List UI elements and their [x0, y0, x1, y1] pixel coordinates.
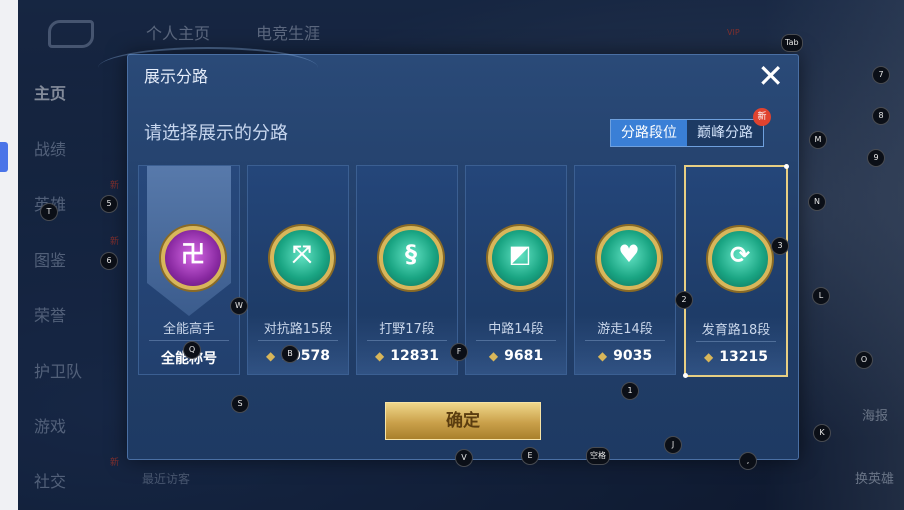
- key-hint: 9: [867, 149, 885, 167]
- rank-pip-icon: ◆: [375, 349, 385, 363]
- lane-score-row: ◆ 13215: [686, 349, 786, 365]
- card-divider: [476, 340, 556, 341]
- lane-name: 游走14段: [597, 322, 653, 337]
- key-hint: 5: [100, 195, 118, 213]
- selection-corner: [683, 373, 688, 378]
- lane-card-farm[interactable]: ⟳ 发育路18段 ◆ 13215: [683, 164, 789, 378]
- rank-pip-icon: ◆: [597, 349, 608, 363]
- key-hint: Q: [183, 341, 201, 359]
- dialog-subtitle: 请选择展示的分路: [144, 123, 288, 144]
- key-hint: 空格: [586, 447, 610, 465]
- key-hint: S: [231, 395, 249, 413]
- key-hint: 3: [771, 237, 789, 255]
- key-hint: E: [521, 447, 539, 465]
- lane-card-jungle[interactable]: § 打野17段 ◆ 12831: [356, 165, 458, 375]
- farm-lane-emblem-icon: ⟳: [708, 227, 772, 291]
- card-divider: [585, 340, 665, 341]
- clash-lane-emblem-icon: ⤧: [270, 226, 334, 290]
- jungle-emblem-icon: §: [379, 226, 443, 290]
- rank-pip-icon: ◆: [704, 350, 714, 364]
- lane-score-row: ◆ 9035: [575, 348, 675, 364]
- key-hint: 6: [100, 252, 118, 270]
- key-hint: O: [855, 351, 873, 369]
- key-hint: Tab: [781, 34, 803, 52]
- card-divider: [367, 340, 447, 341]
- mid-lane-emblem-icon: ◩: [488, 226, 552, 290]
- key-hint: T: [40, 203, 58, 221]
- key-hint: ,: [739, 452, 757, 470]
- lane-score-row: ◆ 12831: [357, 348, 457, 364]
- lane-name: 中路14段: [488, 322, 544, 337]
- host-window-edge: [0, 0, 18, 510]
- key-hint: N: [808, 193, 826, 211]
- key-hint: 1: [621, 382, 639, 400]
- card-divider: [258, 340, 338, 341]
- lane-name: 全能高手: [162, 322, 215, 337]
- roam-emblem-icon: ♥: [597, 226, 661, 290]
- key-hint: F: [450, 343, 468, 361]
- lane-score: 9681: [504, 348, 544, 364]
- lane-card-mid[interactable]: ◩ 中路14段 ◆ 9681: [465, 165, 567, 375]
- lane-score-row: ◆ 9681: [466, 348, 566, 364]
- dialog-title: 展示分路: [144, 67, 209, 86]
- lane-name: 对抗路15段: [263, 322, 333, 337]
- close-icon[interactable]: ✕: [757, 57, 784, 95]
- new-badge: 新: [753, 108, 771, 126]
- confirm-button[interactable]: 确定: [385, 402, 541, 440]
- key-hint: L: [812, 287, 830, 305]
- key-hint: 7: [872, 66, 890, 84]
- lane-card-roam[interactable]: ♥ 游走14段 ◆ 9035: [574, 165, 676, 375]
- key-hint: M: [809, 131, 827, 149]
- lane-name: 发育路18段: [701, 323, 771, 338]
- selection-corner: [784, 164, 789, 169]
- lane-score: 9035: [613, 348, 653, 364]
- rank-pip-icon: ◆: [488, 349, 499, 363]
- toggle-lane-rank[interactable]: 分路段位: [611, 120, 687, 146]
- key-hint: V: [455, 449, 473, 467]
- key-hint: W: [230, 297, 248, 315]
- lane-name: 打野17段: [379, 322, 435, 337]
- key-hint: 8: [872, 107, 890, 125]
- card-divider: [696, 341, 776, 342]
- lane-score: 12831: [390, 348, 439, 364]
- lane-mode-toggle: 分路段位 巅峰分路 新: [610, 108, 771, 147]
- toggle-peak-lane-label: 巅峰分路: [697, 125, 753, 141]
- lane-score: 13215: [719, 349, 768, 365]
- rank-pip-icon: ◆: [266, 349, 276, 363]
- key-hint: J: [664, 436, 682, 454]
- key-hint: K: [813, 424, 831, 442]
- toggle-peak-lane[interactable]: 巅峰分路 新: [687, 108, 771, 146]
- key-hint: B: [281, 345, 299, 363]
- lane-display-dialog: 展示分路 ✕ 请选择展示的分路 分路段位 巅峰分路 新 卍 全能高手 全能称号 …: [98, 47, 799, 460]
- key-hint: 2: [675, 291, 693, 309]
- host-window-marker: [0, 142, 8, 172]
- lane-card-clash[interactable]: ⤧ 对抗路15段 ◆ 10578: [247, 165, 349, 375]
- all-round-emblem-icon: 卍: [161, 226, 225, 290]
